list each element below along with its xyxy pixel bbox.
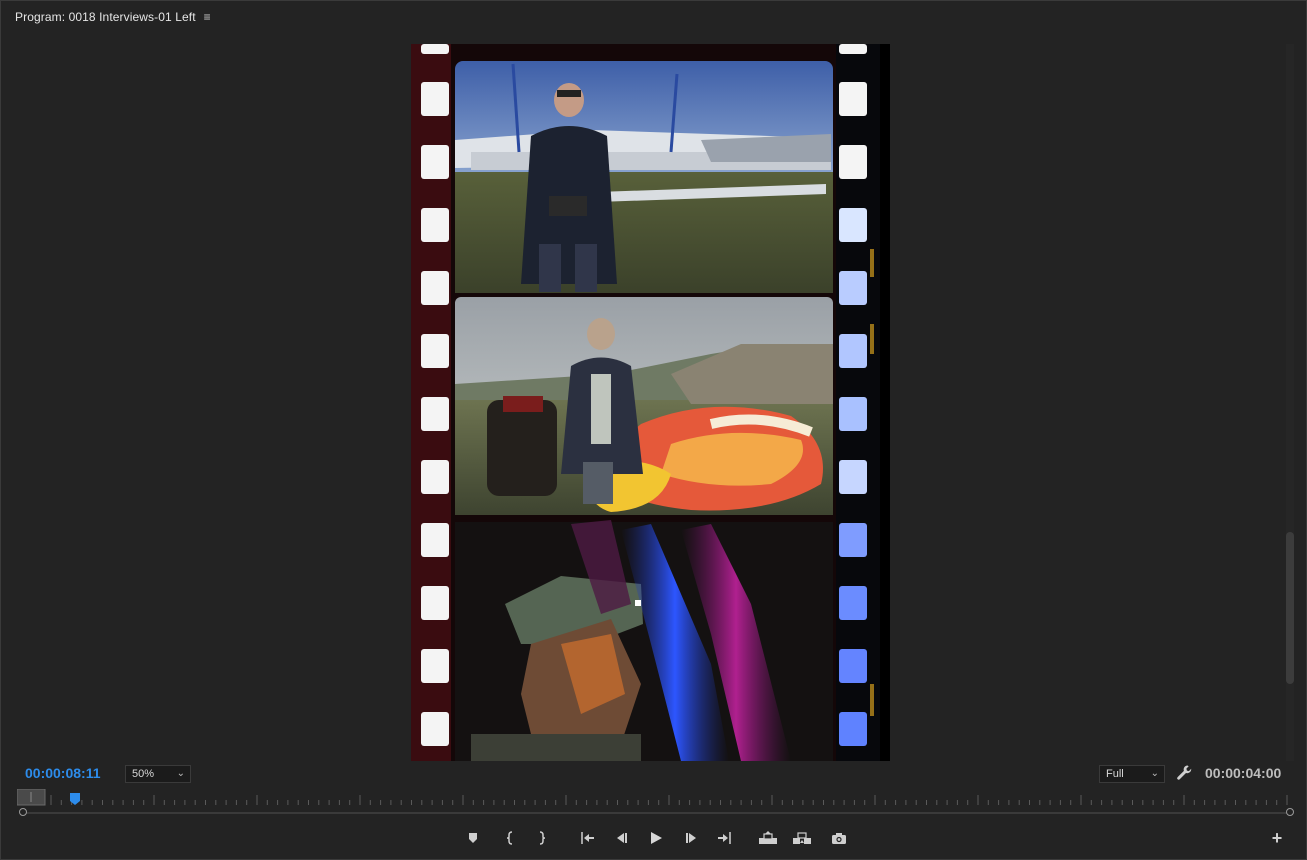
export-frame-button[interactable] (828, 827, 850, 849)
hamburger-menu-icon[interactable]: ≡ (204, 10, 211, 24)
panel-header: Program: 0018 Interviews-01 Left ≡ (1, 1, 1306, 33)
zoom-level-select[interactable]: 50% ⌄ (125, 765, 191, 783)
timeline-zoom-scrollbar[interactable] (19, 807, 1294, 819)
wrench-icon[interactable] (1176, 764, 1192, 782)
go-to-in-icon (581, 832, 594, 844)
step-forward-icon (686, 833, 696, 843)
chevron-down-icon: ⌄ (176, 768, 185, 779)
program-video-frame[interactable] (411, 44, 890, 761)
vertical-scrollbar-thumb[interactable] (1286, 532, 1294, 684)
playhead-timecode[interactable]: 00:00:08:11 (25, 765, 101, 781)
zoom-scrollbar-left-handle[interactable] (19, 808, 27, 816)
zoom-scrollbar-track (23, 812, 1290, 814)
extract-icon (793, 832, 811, 844)
mark-in-button[interactable] (499, 827, 521, 849)
lift-button[interactable] (757, 827, 779, 849)
marker-icon (469, 833, 477, 843)
go-to-in-button[interactable] (576, 827, 598, 849)
chevron-down-icon: ⌄ (1150, 768, 1159, 779)
playback-resolution-value: Full (1106, 768, 1124, 780)
panel-title[interactable]: Program: 0018 Interviews-01 Left (15, 10, 196, 24)
vertical-scrollbar[interactable] (1286, 44, 1294, 761)
step-forward-button[interactable] (681, 827, 703, 849)
duration-timecode: 00:00:04:00 (1205, 765, 1282, 781)
transport-controls (1, 827, 1306, 851)
time-ruler[interactable] (17, 789, 1292, 807)
play-icon (651, 832, 662, 844)
mark-out-button[interactable] (531, 827, 553, 849)
playback-resolution-select[interactable]: Full ⌄ (1099, 765, 1165, 783)
mark-in-icon (506, 831, 513, 845)
button-editor-plus-icon[interactable]: + (1269, 829, 1285, 847)
mark-out-icon (539, 831, 546, 845)
step-back-button[interactable] (610, 827, 632, 849)
add-marker-button[interactable] (462, 827, 484, 849)
step-back-icon (617, 833, 627, 843)
go-to-out-button[interactable] (714, 827, 736, 849)
play-button[interactable] (645, 827, 667, 849)
lift-icon (759, 831, 777, 844)
zoom-level-value: 50% (132, 768, 155, 780)
zoom-scrollbar-right-handle[interactable] (1286, 808, 1294, 816)
extract-button[interactable] (791, 827, 813, 849)
film-strip-image (411, 44, 890, 761)
go-to-out-icon (718, 832, 731, 844)
program-monitor-panel: Program: 0018 Interviews-01 Left ≡ 00:00… (0, 0, 1307, 860)
camera-icon (832, 832, 846, 844)
